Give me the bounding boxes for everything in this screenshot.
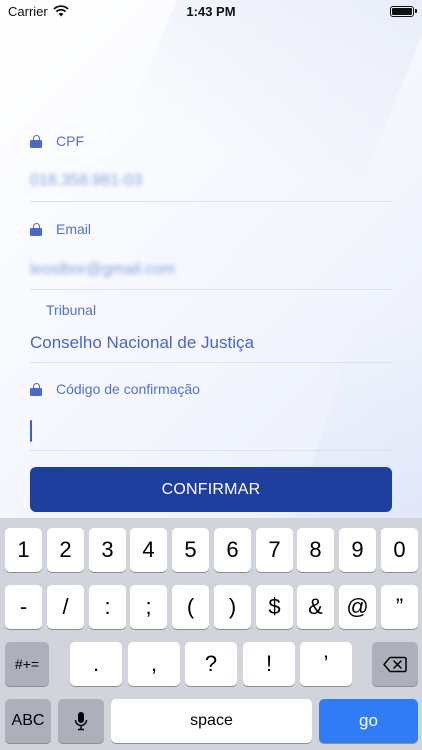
key-7[interactable]: 7 — [256, 528, 293, 572]
key-period[interactable]: . — [70, 642, 122, 686]
key-open-paren[interactable]: ( — [172, 585, 209, 629]
key-exclamation[interactable]: ! — [243, 642, 295, 686]
email-label-row: Email — [30, 221, 91, 237]
confirm-button[interactable]: CONFIRMAR — [30, 467, 392, 512]
go-key[interactable]: go — [319, 699, 418, 743]
battery-fill — [392, 7, 412, 15]
backspace-key[interactable] — [372, 642, 418, 686]
key-semicolon[interactable]: ; — [130, 585, 167, 629]
key-3[interactable]: 3 — [89, 528, 126, 572]
key-question[interactable]: ? — [185, 642, 237, 686]
key-slash[interactable]: / — [47, 585, 84, 629]
space-key[interactable]: space — [111, 699, 312, 743]
key-ampersand[interactable]: & — [297, 585, 334, 629]
key-8[interactable]: 8 — [297, 528, 334, 572]
codigo-underline — [30, 450, 392, 451]
codigo-label: Código de confirmação — [56, 381, 200, 397]
tribunal-underline — [30, 362, 392, 363]
keyboard: 1 2 3 4 5 6 7 8 9 0 - / : ; ( ) $ & @ ” … — [0, 518, 422, 750]
status-time: 1:43 PM — [186, 3, 236, 19]
lock-icon — [30, 134, 42, 148]
key-6[interactable]: 6 — [214, 528, 251, 572]
email-underline — [30, 289, 392, 290]
key-5[interactable]: 5 — [172, 528, 209, 572]
cpf-label-row: CPF — [30, 133, 84, 149]
battery-icon — [390, 5, 417, 17]
cpf-underline — [30, 201, 392, 202]
tribunal-select[interactable]: Conselho Nacional de Justiça — [30, 333, 254, 353]
key-quote[interactable]: ” — [381, 585, 418, 629]
key-close-paren[interactable]: ) — [214, 585, 251, 629]
microphone-icon — [74, 712, 88, 731]
lock-icon — [30, 222, 42, 236]
dictation-key[interactable] — [58, 699, 104, 743]
key-1[interactable]: 1 — [5, 528, 42, 572]
cpf-field[interactable]: 018.358.981-03 — [30, 172, 142, 190]
codigo-label-row: Código de confirmação — [30, 381, 200, 397]
backspace-icon — [383, 656, 407, 672]
lock-icon — [30, 382, 42, 396]
key-0[interactable]: 0 — [381, 528, 418, 572]
key-at[interactable]: @ — [339, 585, 376, 629]
key-4[interactable]: 4 — [130, 528, 167, 572]
key-9[interactable]: 9 — [339, 528, 376, 572]
tribunal-label: Tribunal — [46, 302, 97, 318]
key-comma[interactable]: , — [128, 642, 180, 686]
status-bar: Carrier 1:43 PM — [0, 0, 422, 22]
key-dollar[interactable]: $ — [256, 585, 293, 629]
codigo-input[interactable] — [30, 419, 392, 445]
key-abc[interactable]: ABC — [5, 699, 51, 743]
key-apostrophe[interactable]: ’ — [300, 642, 352, 686]
key-colon[interactable]: : — [89, 585, 126, 629]
text-cursor — [30, 420, 32, 442]
key-hyphen[interactable]: - — [5, 585, 42, 629]
cpf-label: CPF — [56, 133, 84, 149]
email-field[interactable]: leoslbor@gmail.com — [30, 261, 175, 279]
tribunal-label-row: Tribunal — [46, 302, 96, 318]
email-label: Email — [56, 221, 92, 237]
key-2[interactable]: 2 — [47, 528, 84, 572]
key-symbols[interactable]: #+= — [5, 642, 49, 686]
